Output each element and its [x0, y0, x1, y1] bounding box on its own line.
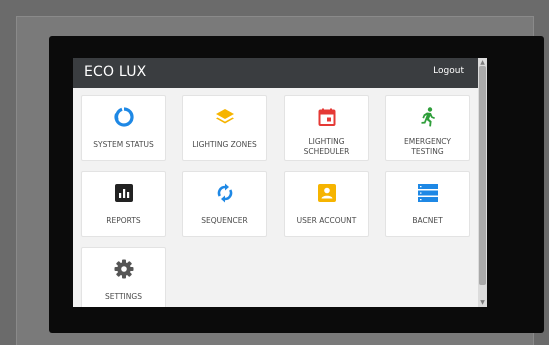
scrollbar-thumb[interactable] — [479, 66, 486, 285]
touch-screen: ECO LUX Logout SYSTEM STATUS LIGHTING ZO… — [73, 58, 487, 307]
scroll-down-arrow-icon[interactable]: ▼ — [479, 299, 486, 306]
vertical-scrollbar[interactable]: ▲ ▼ — [478, 58, 487, 307]
top-bar: ECO LUX Logout — [73, 58, 478, 88]
tile-emergency-testing[interactable]: EMERGENCY TESTING — [385, 95, 470, 161]
tile-label: SETTINGS — [105, 292, 142, 301]
tile-label: EMERGENCY TESTING — [403, 137, 451, 156]
tile-settings[interactable]: SETTINGS — [81, 247, 166, 307]
user-card-icon — [285, 183, 368, 203]
tile-user-account[interactable]: USER ACCOUNT — [284, 171, 369, 237]
tile-lighting-zones[interactable]: LIGHTING ZONES — [182, 95, 267, 161]
tile-system-status[interactable]: SYSTEM STATUS — [81, 95, 166, 161]
layers-icon — [183, 107, 266, 127]
calendar-icon — [285, 107, 368, 127]
tile-lighting-scheduler[interactable]: LIGHTING SCHEDULER — [284, 95, 369, 161]
refresh-ring-icon — [82, 107, 165, 127]
logout-link[interactable]: Logout — [433, 66, 464, 76]
bar-chart-icon — [82, 183, 165, 203]
server-icon — [386, 183, 469, 203]
running-man-icon — [386, 107, 469, 127]
tile-label: BACNET — [412, 216, 443, 225]
tile-bacnet[interactable]: BACNET — [385, 171, 470, 237]
tile-label: SEQUENCER — [201, 216, 248, 225]
tile-sequencer[interactable]: SEQUENCER — [182, 171, 267, 237]
tile-reports[interactable]: REPORTS — [81, 171, 166, 237]
tile-label: LIGHTING SCHEDULER — [303, 137, 350, 156]
tile-label: REPORTS — [106, 216, 141, 225]
app-title: ECO LUX — [84, 64, 147, 80]
sync-icon — [183, 183, 266, 203]
gear-icon — [82, 259, 165, 279]
tile-label: LIGHTING ZONES — [192, 140, 257, 149]
scroll-up-arrow-icon[interactable]: ▲ — [479, 59, 486, 66]
tile-label: USER ACCOUNT — [296, 216, 357, 225]
tile-label: SYSTEM STATUS — [93, 140, 154, 149]
